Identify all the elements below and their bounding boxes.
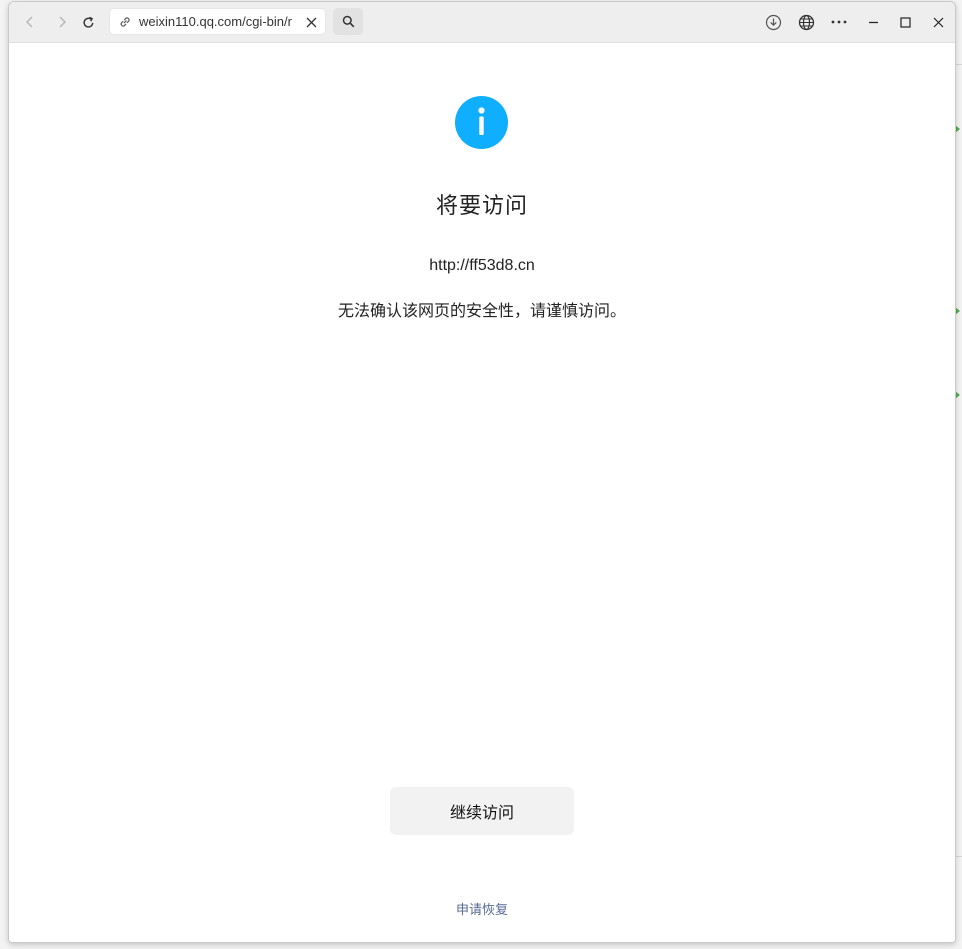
globe-icon xyxy=(798,14,814,30)
more-button[interactable] xyxy=(827,10,851,34)
info-icon xyxy=(455,96,508,149)
browser-window: weixin110.qq.com/cgi-bin/r 将要访问 http://f… xyxy=(8,1,956,943)
continue-visit-button[interactable]: 继续访问 xyxy=(390,787,574,835)
reload-icon xyxy=(82,16,93,28)
minimize-button[interactable] xyxy=(861,10,885,34)
security-warning: 无法确认该网页的安全性，请谨慎访问。 xyxy=(337,301,626,320)
page-title: 将要访问 xyxy=(435,194,528,219)
address-bar[interactable]: weixin110.qq.com/cgi-bin/r xyxy=(109,8,326,35)
background-divider xyxy=(955,64,962,65)
maximize-icon xyxy=(899,16,911,28)
chevron-right-icon xyxy=(59,16,67,28)
address-text[interactable]: weixin110.qq.com/cgi-bin/r xyxy=(139,14,297,30)
target-url: http://ff53d8.cn xyxy=(429,257,535,274)
back-button[interactable] xyxy=(18,10,42,34)
link-icon xyxy=(120,17,130,27)
search-button[interactable] xyxy=(333,8,363,35)
chevron-left-icon xyxy=(25,16,33,28)
address-clear-button[interactable] xyxy=(303,14,319,30)
browser-toolbar: weixin110.qq.com/cgi-bin/r xyxy=(9,2,955,43)
request-restore-link[interactable]: 申请恢复 xyxy=(9,899,955,918)
close-icon xyxy=(306,17,316,27)
search-icon xyxy=(342,15,354,28)
background-divider xyxy=(955,856,962,857)
download-icon xyxy=(765,14,781,30)
minimize-icon xyxy=(868,21,878,23)
forward-button[interactable] xyxy=(50,10,74,34)
page-content: 将要访问 http://ff53d8.cn 无法确认该网页的安全性，请谨慎访问。… xyxy=(9,43,955,942)
maximize-button[interactable] xyxy=(893,10,917,34)
download-button[interactable] xyxy=(761,10,785,34)
more-icon xyxy=(831,20,847,24)
translate-button[interactable] xyxy=(794,10,818,34)
close-window-button[interactable] xyxy=(926,10,950,34)
close-icon xyxy=(933,17,943,27)
reload-button[interactable] xyxy=(76,10,100,34)
